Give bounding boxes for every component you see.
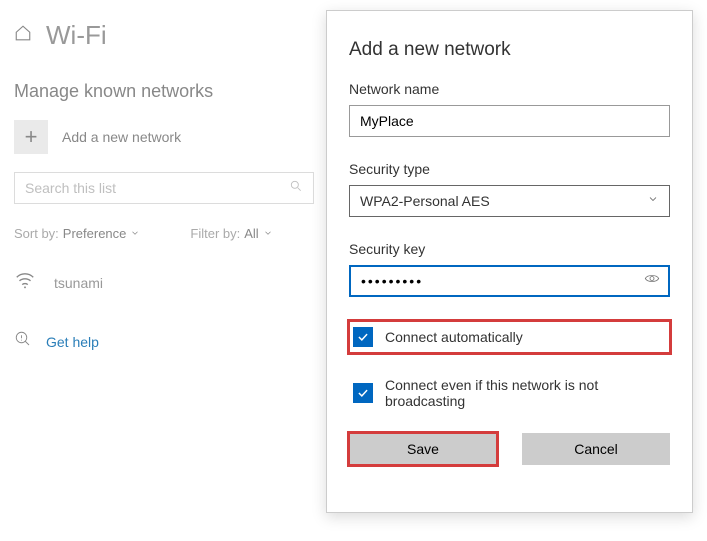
network-item[interactable]: tsunami	[14, 269, 314, 296]
home-icon[interactable]	[14, 24, 32, 47]
connect-hidden-label: Connect even if this network is not broa…	[385, 377, 666, 409]
help-icon	[14, 330, 32, 353]
help-link[interactable]: Get help	[46, 334, 99, 350]
dialog-button-row: Save Cancel	[349, 433, 670, 465]
chevron-down-icon	[647, 192, 659, 210]
page-subtitle: Manage known networks	[14, 81, 314, 102]
page-title: Wi-Fi	[46, 20, 107, 51]
connect-hidden-checkbox[interactable]	[353, 383, 373, 403]
save-button[interactable]: Save	[349, 433, 497, 465]
sort-label: Sort by:	[14, 226, 59, 241]
dialog-title: Add a new network	[349, 39, 670, 61]
sort-dropdown[interactable]: Sort by: Preference	[14, 226, 140, 241]
help-row[interactable]: Get help	[14, 330, 314, 353]
filter-value: All	[244, 226, 258, 241]
security-key-wrap	[349, 265, 670, 297]
security-key-input[interactable]	[361, 273, 634, 289]
network-name: tsunami	[54, 275, 103, 291]
search-input[interactable]	[25, 180, 289, 196]
security-type-label: Security type	[349, 161, 670, 177]
chevron-down-icon	[130, 226, 140, 241]
security-key-label: Security key	[349, 241, 670, 257]
network-name-input[interactable]	[349, 105, 670, 137]
connect-hidden-row[interactable]: Connect even if this network is not broa…	[349, 371, 670, 415]
filter-label: Filter by:	[190, 226, 240, 241]
page-header: Wi-Fi	[14, 20, 314, 51]
plus-icon[interactable]: +	[14, 120, 48, 154]
security-type-value: WPA2-Personal AES	[360, 193, 490, 209]
network-name-label: Network name	[349, 81, 670, 97]
filter-bar: Sort by: Preference Filter by: All	[14, 226, 314, 241]
search-icon[interactable]	[289, 179, 303, 198]
search-box[interactable]	[14, 172, 314, 204]
reveal-password-icon[interactable]	[644, 271, 660, 292]
wifi-settings-page: Wi-Fi Manage known networks + Add a new …	[14, 20, 314, 353]
add-network-dialog: Add a new network Network name Security …	[326, 10, 693, 513]
add-network-row[interactable]: + Add a new network	[14, 120, 314, 154]
chevron-down-icon	[263, 226, 273, 241]
cancel-button[interactable]: Cancel	[522, 433, 670, 465]
filter-dropdown[interactable]: Filter by: All	[190, 226, 272, 241]
save-highlight: Save	[349, 433, 497, 465]
sort-value: Preference	[63, 226, 127, 241]
add-network-label: Add a new network	[62, 129, 181, 145]
connect-auto-row[interactable]: Connect automatically	[349, 321, 670, 353]
connect-auto-label: Connect automatically	[385, 329, 523, 345]
connect-auto-checkbox[interactable]	[353, 327, 373, 347]
wifi-icon	[14, 269, 36, 296]
security-type-select[interactable]: WPA2-Personal AES	[349, 185, 670, 217]
